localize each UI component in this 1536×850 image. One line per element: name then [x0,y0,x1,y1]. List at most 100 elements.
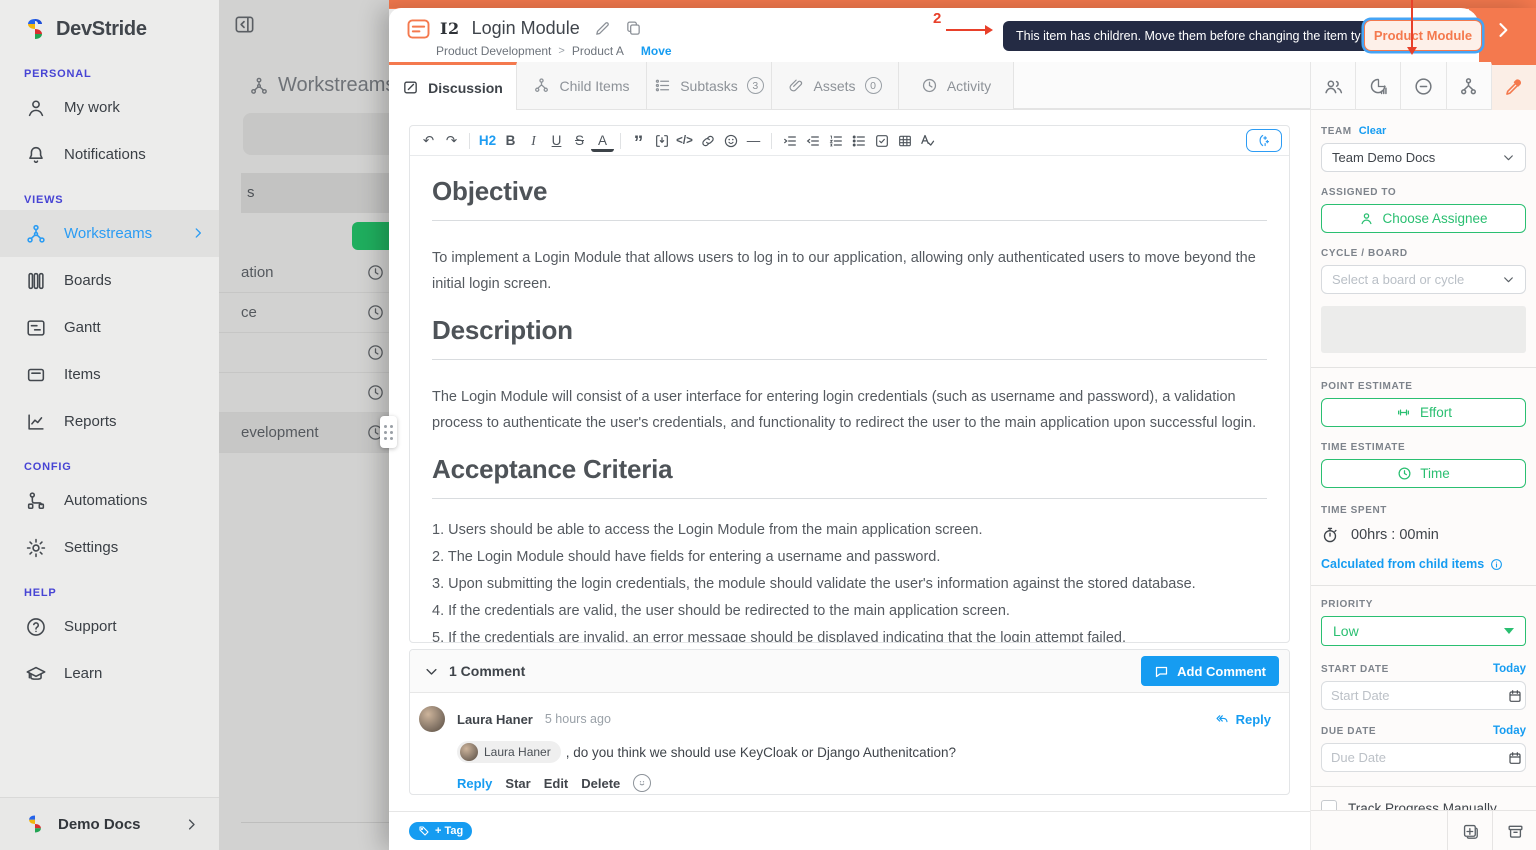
add-reaction-icon[interactable] [633,774,651,792]
priority-select[interactable]: Low [1321,616,1526,646]
chevron-down-icon[interactable] [424,664,439,679]
calendar-icon[interactable] [1507,750,1523,766]
strikethrough-button[interactable]: S [568,130,591,152]
blocked-tab[interactable] [1400,62,1445,110]
background-row[interactable] [219,333,389,373]
workspace-switcher[interactable]: Demo Docs [0,797,219,850]
due-date-today-link[interactable]: Today [1493,725,1526,737]
cycle-board-label: CYCLE / BOARD [1321,248,1526,259]
emoji-icon[interactable] [719,130,742,152]
code-button[interactable]: </> [673,130,696,152]
background-section-row[interactable]: s [241,173,389,213]
due-date-input[interactable] [1331,750,1507,765]
section-label-help: HELP [24,587,219,599]
link-icon[interactable] [696,130,719,152]
comment-reply-action[interactable]: Reply [457,776,492,791]
add-tag-button[interactable]: + Tag [409,822,472,840]
heading-button[interactable]: H2 [476,130,499,152]
edit-title-icon[interactable] [594,20,611,37]
calculated-from-children-link[interactable]: Calculated from child items [1321,557,1526,571]
table-icon[interactable] [893,130,916,152]
comment-author: Laura Haner [457,712,533,727]
sidebar-item-gantt[interactable]: Gantt [0,304,219,351]
sidebar-item-support[interactable]: Support [0,603,219,650]
checklist-icon [654,77,671,94]
avatar [460,743,478,761]
ordered-list-icon[interactable] [824,130,847,152]
effort-button[interactable]: Effort [1321,398,1526,427]
duplicate-item-button[interactable] [1447,811,1492,850]
tab-child-items[interactable]: Child Items [517,62,647,110]
undo-icon[interactable]: ↶ [417,130,440,152]
outdent-icon[interactable] [801,130,824,152]
indent-icon[interactable] [778,130,801,152]
due-date-label: DUE DATE [1321,726,1376,737]
breadcrumb-item[interactable]: Product Development [436,44,551,58]
tab-subtasks[interactable]: Subtasks 3 [647,62,772,110]
text-color-button[interactable]: A [591,133,614,152]
reply-link[interactable]: Reply [1214,712,1271,727]
background-search-input[interactable] [243,113,389,155]
background-row[interactable]: ation [219,253,389,293]
mention-chip[interactable]: Laura Haner [457,741,561,763]
background-row[interactable]: ce [219,293,389,333]
tab-discussion[interactable]: Discussion [389,62,517,110]
breadcrumb-item[interactable]: Product A [572,44,624,58]
followers-tab[interactable] [1310,62,1355,110]
brand-logo[interactable]: DevStride [0,0,219,52]
comment-edit-action[interactable]: Edit [544,776,569,791]
italic-button[interactable]: I [522,130,545,152]
panel-resize-handle[interactable] [380,416,397,448]
workstreams-icon [249,76,269,96]
tab-assets[interactable]: Assets 0 [772,62,899,110]
time-button[interactable]: Time [1321,459,1526,488]
metrics-tab[interactable] [1355,62,1400,110]
archive-item-button[interactable] [1492,811,1536,850]
sidebar-item-label: Reports [64,413,117,430]
sidebar-item-items[interactable]: Items [0,351,219,398]
choose-assignee-button[interactable]: Choose Assignee [1321,204,1526,233]
bold-button[interactable]: B [499,130,522,152]
snippet-icon[interactable] [650,130,673,152]
style-tab[interactable] [1491,62,1536,110]
copy-link-icon[interactable] [625,20,642,37]
blockquote-button[interactable]: ” [627,130,650,152]
comment-star-action[interactable]: Star [505,776,530,791]
bullet-list-icon[interactable] [847,130,870,152]
background-green-badge [352,222,389,250]
board-preview-placeholder [1321,306,1526,353]
item-type-button[interactable]: Product Module [1364,20,1482,51]
redo-icon[interactable]: ↷ [440,130,463,152]
cycle-board-select[interactable]: Select a board or cycle [1321,265,1526,294]
sidebar-item-automations[interactable]: Automations [0,477,219,524]
start-date-today-link[interactable]: Today [1493,663,1526,675]
sidebar-item-reports[interactable]: Reports [0,398,219,445]
tab-activity[interactable]: Activity [899,62,1014,110]
reply-arrow-icon [1214,712,1230,726]
background-row-selected[interactable]: evelopment [219,413,389,453]
add-comment-button[interactable]: Add Comment [1141,656,1279,686]
background-row[interactable] [219,373,389,413]
start-date-input[interactable] [1331,688,1507,703]
horizontal-rule-button[interactable]: — [742,130,765,152]
sidebar-item-settings[interactable]: Settings [0,524,219,571]
move-link[interactable]: Move [641,44,672,58]
team-clear-link[interactable]: Clear [1359,125,1387,137]
person-icon [1359,211,1374,226]
underline-button[interactable]: U [545,130,568,152]
ai-assist-button[interactable] [1246,129,1282,152]
calendar-icon[interactable] [1507,688,1523,704]
document-body[interactable]: Objective To implement a Login Module th… [410,156,1289,642]
sidebar-item-workstreams[interactable]: Workstreams [0,210,219,257]
reports-icon [25,411,47,433]
hierarchy-tab[interactable] [1446,62,1491,110]
sidebar-item-my-work[interactable]: My work [0,84,219,131]
spellcheck-icon[interactable] [916,130,939,152]
task-list-icon[interactable] [870,130,893,152]
team-select[interactable]: Team Demo Docs [1321,143,1526,172]
sidebar-item-boards[interactable]: Boards [0,257,219,304]
sidebar-item-learn[interactable]: Learn [0,650,219,697]
comment-delete-action[interactable]: Delete [581,776,620,791]
sidebar-item-notifications[interactable]: Notifications [0,131,219,178]
collapse-panel-icon[interactable] [233,13,256,36]
